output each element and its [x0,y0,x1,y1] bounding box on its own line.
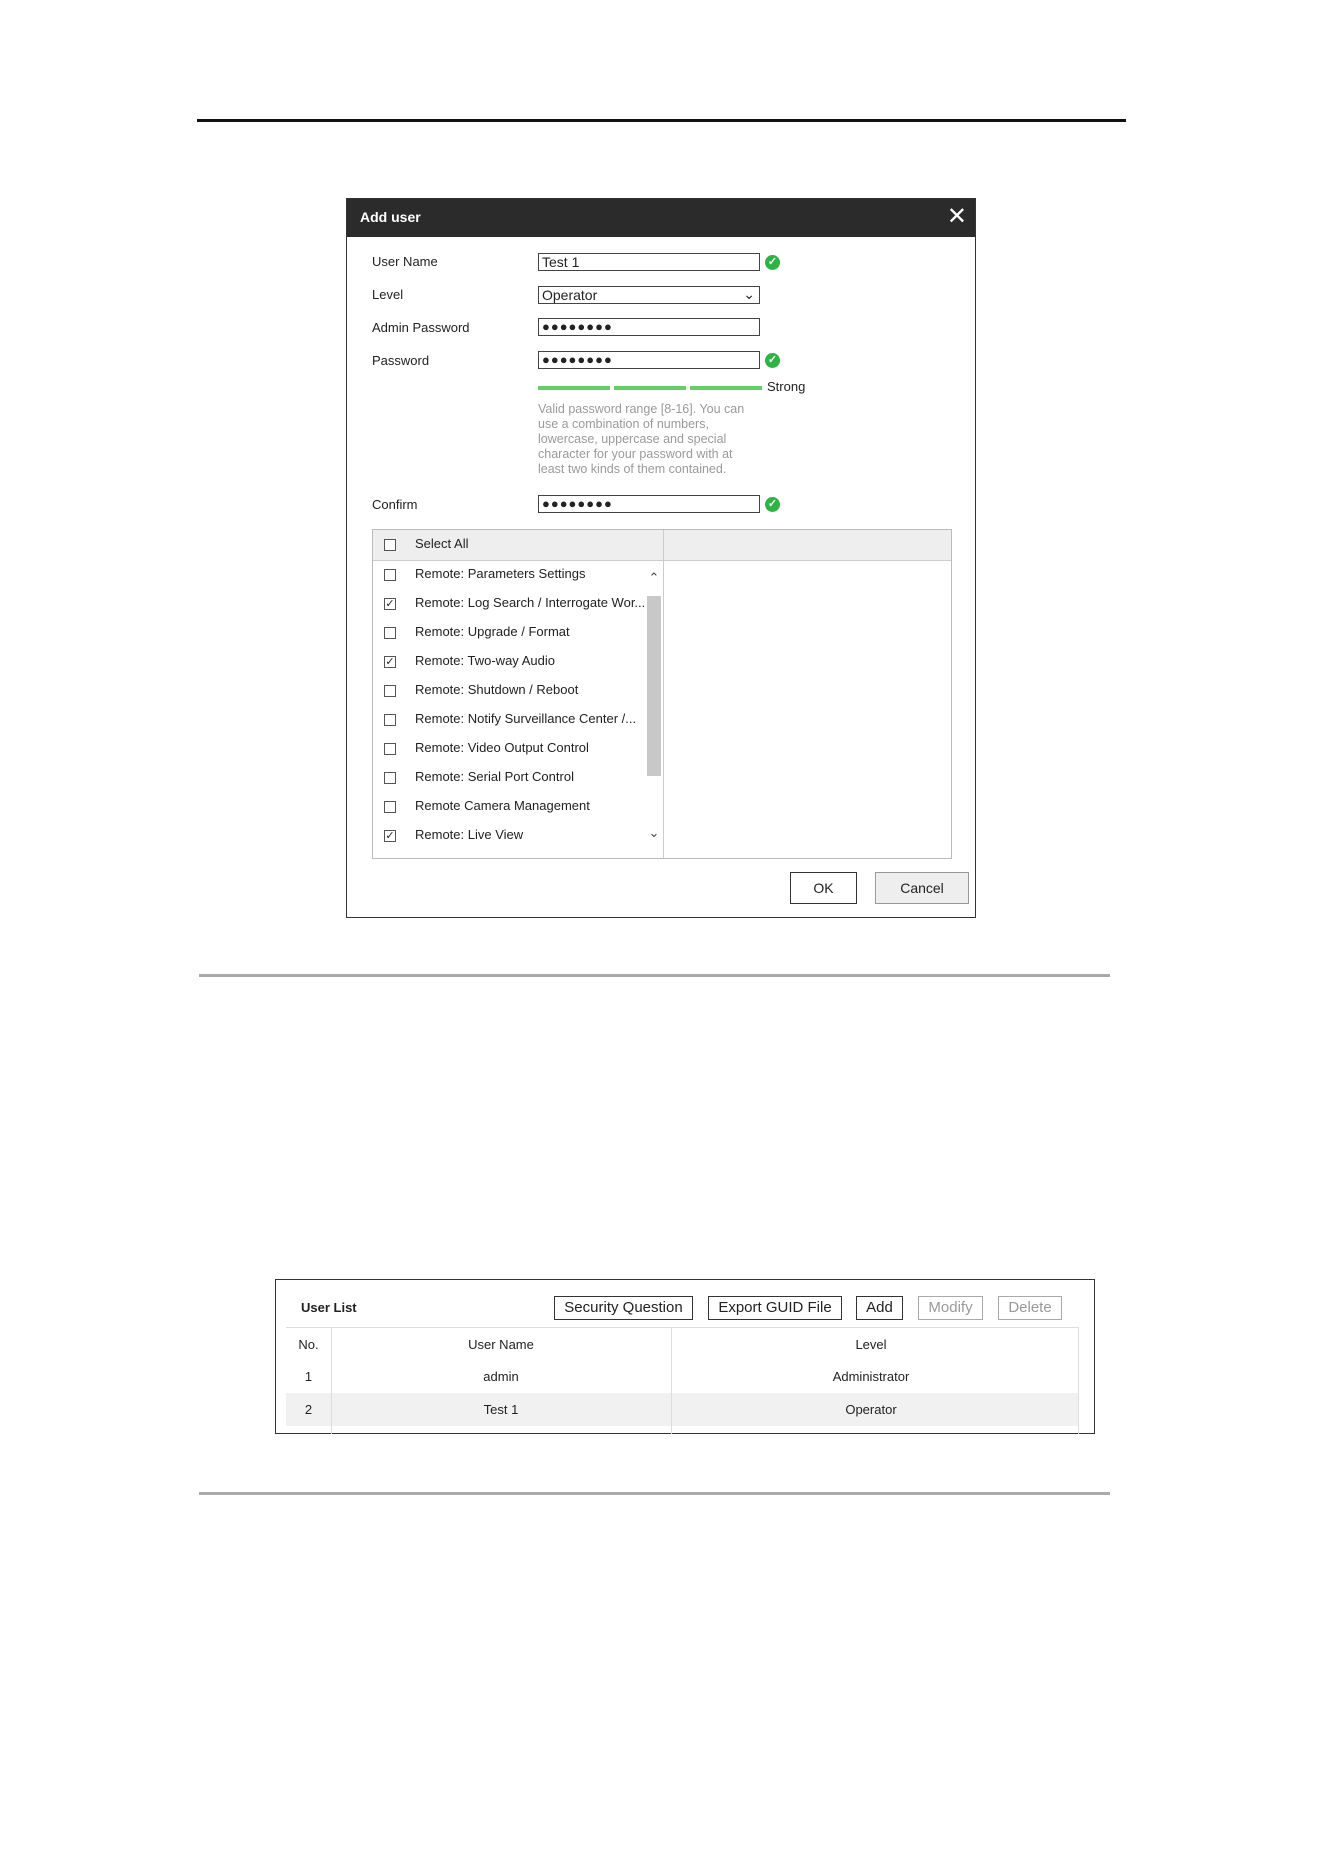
permission-panel: Select All Remote: Parameters Settings ✓ R… [372,529,952,859]
security-question-button[interactable]: Security Question [554,1296,693,1320]
permission-label: Remote: Live View [415,827,524,842]
checkbox[interactable] [384,743,396,755]
permission-header: Select All [373,530,951,561]
dialog-title: Add user [360,209,421,225]
strength-bar-3 [690,386,762,390]
chevron-up-icon[interactable]: ⌃ [647,570,661,586]
row-number: 1 [304,1369,313,1384]
password-hint: Valid password range [8-16]. You can use… [538,402,745,476]
admin-password-label: Admin Password [372,320,470,335]
chevron-down-icon[interactable]: ⌄ [647,825,661,841]
level-select-value: Operator [542,287,598,303]
admin-password-field[interactable]: ●●●●●●●● [538,318,760,336]
password-label: Password [372,353,430,368]
delete-button[interactable]: Delete [998,1296,1062,1320]
table-header-row: No. User Name Level [286,1327,1078,1362]
permission-label: Remote: Two-way Audio [415,653,555,668]
add-user-button[interactable]: Add [856,1296,903,1320]
permission-label: Remote: Video Output Control [415,740,589,755]
column-header: Level [855,1337,887,1352]
row-number: 2 [304,1402,313,1417]
row-level: Operator [845,1402,897,1417]
checkbox[interactable]: ✓ [384,830,396,842]
check-circle-icon: ✓ [765,353,780,368]
permission-label: Remote: Shutdown / Reboot [415,682,579,697]
add-user-dialog: Add user ✕ User Name Test 1 ✓ Level Oper… [346,198,976,918]
permission-label: Remote Camera Management [415,798,590,813]
column-divider [671,1327,672,1434]
level-select[interactable]: Operator ⌄ [538,286,760,304]
section-rule [199,1492,1110,1495]
modify-button[interactable]: Modify [918,1296,983,1320]
permission-label: Remote: Serial Port Control [415,769,574,784]
checkbox[interactable] [384,685,396,697]
top-page-rule [197,119,1126,122]
check-circle-icon: ✓ [765,497,780,512]
checkbox[interactable]: ✓ [384,598,396,610]
user-table: No. User Name Level 1 admin Administrato… [286,1327,1090,1434]
checkbox[interactable] [384,627,396,639]
section-rule [199,974,1110,977]
export-guid-button[interactable]: Export GUID File [708,1296,842,1320]
close-icon[interactable]: ✕ [947,203,967,231]
row-level: Administrator [832,1369,910,1384]
permission-label: Remote: Log Search / Interrogate Wor... [415,595,646,610]
column-divider [331,1327,332,1434]
user-name-label: User Name [372,254,438,269]
cancel-button[interactable]: Cancel [875,872,969,904]
confirm-field[interactable]: ●●●●●●●● [538,495,760,513]
checkbox[interactable]: ✓ [384,656,396,668]
permission-label: Remote: Manual Recording [415,856,573,858]
strength-label: Strong [767,379,806,394]
select-all-label: Select All [415,536,469,551]
user-name-field[interactable]: Test 1 [538,253,760,271]
column-divider [1078,1327,1079,1434]
scrollbar-thumb[interactable] [647,596,661,776]
dialog-header: Add user ✕ [347,199,975,237]
table-row[interactable]: 1 admin Administrator [286,1360,1078,1394]
checkbox[interactable] [384,539,396,551]
permission-label: Remote: Notify Surveillance Center /... [415,711,637,726]
checkbox[interactable] [384,801,396,813]
check-circle-icon: ✓ [765,255,780,270]
strength-bar-2 [614,386,686,390]
chevron-down-icon: ⌄ [743,286,755,302]
row-user-name: admin [483,1369,519,1384]
checkbox[interactable] [384,569,396,581]
checkbox[interactable] [384,714,396,726]
permission-label: Remote: Upgrade / Format [415,624,570,639]
column-header: No. [298,1337,319,1352]
column-header: User Name [468,1337,534,1352]
table-row[interactable]: 2 Test 1 Operator [286,1393,1078,1426]
confirm-label: Confirm [372,497,418,512]
strength-bar-1 [538,386,610,390]
level-label: Level [372,287,404,302]
panel-divider [663,530,664,858]
user-list-panel: User List Security Question Export GUID … [275,1279,1095,1434]
permission-label: Remote: Parameters Settings [415,566,586,581]
user-list-title: User List [301,1300,357,1315]
row-user-name: Test 1 [483,1402,519,1417]
checkbox[interactable] [384,772,396,784]
password-field[interactable]: ●●●●●●●● [538,351,760,369]
ok-button[interactable]: OK [790,872,857,904]
